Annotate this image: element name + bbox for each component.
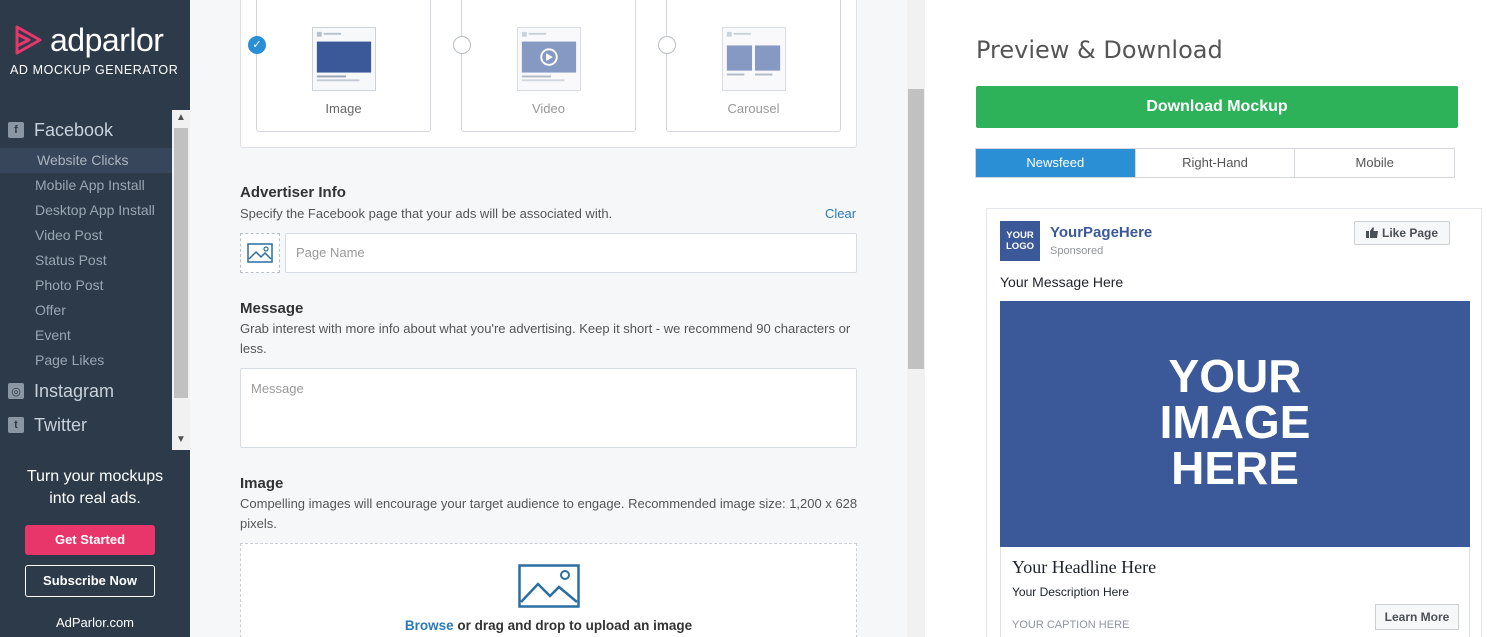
message-textarea[interactable]: Message: [240, 368, 857, 448]
adparlor-logo-icon: [15, 25, 42, 55]
image-placeholder-icon: [247, 243, 273, 263]
brand[interactable]: adparlor AD MOCKUP GENERATOR: [10, 22, 180, 82]
image-text-line: YOUR: [1168, 350, 1302, 402]
ad-page-name: YourPageHere: [1050, 224, 1153, 241]
ad-type-label: Carousel: [727, 101, 780, 116]
nav-item-mobile-app-install[interactable]: Mobile App Install: [0, 173, 172, 198]
brand-tagline: AD MOCKUP GENERATOR: [10, 63, 179, 77]
checkmark-icon[interactable]: ✓: [248, 36, 266, 54]
ad-type-label: Video: [531, 101, 565, 116]
ad-type-image[interactable]: ✓ Image: [248, 0, 431, 132]
ad-type-carousel[interactable]: Carousel: [658, 0, 841, 132]
thumbs-up-icon: [1365, 223, 1378, 238]
nav-item-status-post[interactable]: Status Post: [0, 248, 172, 273]
nav-platform-label: Facebook: [34, 119, 114, 140]
scroll-down-arrow-icon[interactable]: ▼: [172, 432, 190, 448]
page-image-picker[interactable]: [240, 233, 280, 273]
image-desc: Compelling images will encourage your ta…: [240, 496, 858, 531]
nav-item-website-clicks[interactable]: Website Clicks: [0, 148, 172, 173]
download-mockup-button[interactable]: Download Mockup: [976, 86, 1458, 128]
nav-scrollbar[interactable]: ▲ ▼: [172, 110, 190, 450]
facebook-ad-preview: YOUR LOGO YourPageHere Sponsored Like Pa…: [986, 208, 1482, 637]
ad-type-radio[interactable]: [453, 36, 471, 54]
ad-type-radio[interactable]: [658, 36, 676, 54]
nav-item-event[interactable]: Event: [0, 323, 172, 348]
image-dropzone[interactable]: Browse or drag and drop to upload an ima…: [240, 543, 857, 637]
preview-panel: Preview & Download Download Mockup Newsf…: [925, 0, 1487, 637]
page-name-input[interactable]: Page Name: [285, 233, 857, 273]
sidebar: adparlor AD MOCKUP GENERATOR f Facebook …: [0, 0, 190, 637]
tab-right-hand[interactable]: Right-Hand: [1136, 149, 1296, 177]
nav-item-video-post[interactable]: Video Post: [0, 223, 172, 248]
ad-link-footer: Your Headline Here Your Description Here…: [1000, 547, 1470, 637]
nav-platform-facebook[interactable]: f Facebook: [0, 112, 172, 148]
nav-item-photo-post[interactable]: Photo Post: [0, 273, 172, 298]
facebook-icon: f: [8, 122, 24, 138]
ad-headline: Your Headline Here: [1012, 557, 1157, 577]
message-title: Message: [240, 300, 304, 317]
image-title: Image: [240, 475, 284, 492]
get-started-button[interactable]: Get Started: [25, 525, 155, 555]
dropzone-instruction: or drag and drop to upload an image: [453, 618, 693, 633]
image-text-line: IMAGE: [1159, 396, 1311, 448]
ad-image-text: YOUR IMAGE HERE: [1000, 353, 1470, 491]
video-ad-thumbnail-icon: [517, 27, 581, 91]
form-panel: ✓ Image Video Carousel Advertiser Info S…: [190, 0, 907, 637]
advertiser-info-title: Advertiser Info: [240, 184, 346, 201]
carousel-ad-thumbnail-icon: [722, 27, 786, 91]
brand-name: adparlor: [50, 22, 164, 58]
dropzone-text: Browse or drag and drop to upload an ima…: [241, 618, 856, 633]
nav-platform-label: Instagram: [34, 380, 115, 401]
clear-link[interactable]: Clear: [825, 206, 856, 221]
ad-type-label: Image: [325, 101, 362, 116]
instagram-icon: ◎: [8, 383, 24, 399]
tab-newsfeed[interactable]: Newsfeed: [976, 149, 1136, 177]
learn-more-button: Learn More: [1375, 604, 1459, 630]
ad-image-placeholder: YOUR IMAGE HERE: [1000, 301, 1470, 547]
ad-type-video[interactable]: Video: [453, 0, 636, 132]
nav-platform-twitter[interactable]: t Twitter: [0, 407, 172, 443]
form-scrollbar[interactable]: [907, 0, 925, 637]
adparlor-link[interactable]: AdParlor.com: [0, 615, 190, 630]
logo-line: LOGO: [1006, 241, 1034, 252]
nav-scroll-thumb[interactable]: [174, 128, 188, 398]
upload-image-icon: [518, 564, 580, 608]
nav-platform-label: Twitter: [34, 414, 88, 435]
subscribe-button[interactable]: Subscribe Now: [25, 565, 155, 597]
image-ad-thumbnail-icon: [312, 27, 376, 91]
ad-type-card: ✓ Image Video Carousel: [240, 0, 857, 148]
ad-description: Your Description Here: [1012, 585, 1129, 599]
platform-nav: f Facebook Website Clicks Mobile App Ins…: [0, 112, 172, 452]
scroll-up-arrow-icon[interactable]: ▲: [172, 110, 190, 126]
ad-logo-placeholder: YOUR LOGO: [1000, 221, 1040, 261]
nav-platform-instagram[interactable]: ◎ Instagram: [0, 373, 172, 409]
tab-mobile[interactable]: Mobile: [1295, 149, 1454, 177]
preview-title: Preview & Download: [976, 36, 1223, 64]
nav-item-offer[interactable]: Offer: [0, 298, 172, 323]
twitter-icon: t: [8, 417, 24, 433]
like-page-label: Like Page: [1381, 226, 1439, 240]
logo-line: YOUR: [1006, 230, 1034, 241]
nav-item-page-likes[interactable]: Page Likes: [0, 348, 172, 373]
promo-text: Turn your mockups into real ads.: [26, 468, 164, 507]
promo-panel: Turn your mockups into real ads. Get Sta…: [0, 466, 190, 630]
form-scroll-thumb[interactable]: [908, 89, 924, 369]
ad-caption: YOUR CAPTION HERE: [1012, 619, 1130, 631]
like-page-button: Like Page: [1354, 221, 1450, 245]
ad-message: Your Message Here: [1000, 274, 1124, 290]
preview-tabs: Newsfeed Right-Hand Mobile: [975, 148, 1455, 178]
image-text-line: HERE: [1171, 442, 1299, 494]
message-desc: Grab interest with more info about what …: [240, 321, 851, 356]
nav-item-desktop-app-install[interactable]: Desktop App Install: [0, 198, 172, 223]
browse-link[interactable]: Browse: [405, 618, 454, 633]
advertiser-info-desc: Specify the Facebook page that your ads …: [240, 206, 613, 221]
ad-sponsored-label: Sponsored: [1050, 245, 1104, 257]
